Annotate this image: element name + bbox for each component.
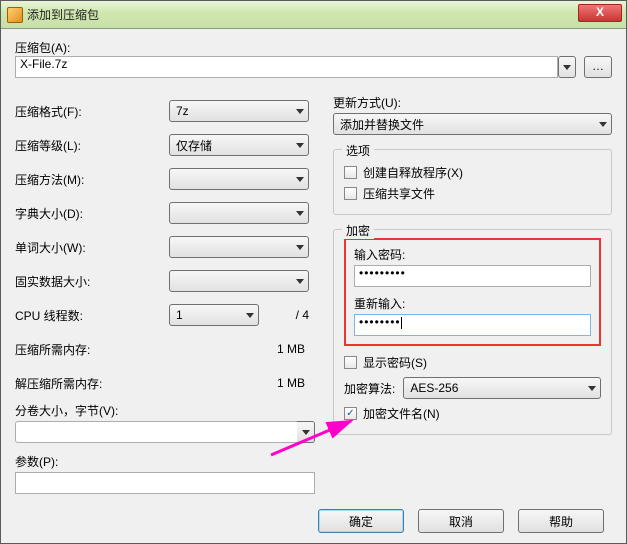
level-label: 压缩等级(L): (15, 137, 169, 154)
split-dropdown[interactable] (297, 421, 315, 443)
show-password-label: 显示密码(S) (363, 354, 427, 371)
chevron-down-icon (296, 245, 304, 250)
cpu-combo[interactable]: 1 (169, 304, 259, 326)
close-button[interactable]: X (578, 4, 622, 22)
show-password-checkbox[interactable] (344, 356, 357, 369)
chevron-down-icon (296, 109, 304, 114)
word-combo[interactable] (169, 236, 309, 258)
format-label: 压缩格式(F): (15, 103, 169, 120)
cpu-total: / 4 (259, 308, 315, 322)
chevron-down-icon (296, 211, 304, 216)
word-label: 单词大小(W): (15, 239, 169, 256)
close-icon: X (596, 5, 604, 19)
dict-label: 字典大小(D): (15, 205, 169, 222)
update-combo[interactable]: 添加并替换文件 (333, 113, 612, 135)
split-input[interactable] (15, 421, 297, 443)
app-icon (7, 7, 23, 23)
encryption-legend: 加密 (342, 222, 374, 239)
solid-combo[interactable] (169, 270, 309, 292)
mem-comp-value: 1 MB (169, 342, 309, 356)
format-combo[interactable]: 7z (169, 100, 309, 122)
share-checkbox[interactable] (344, 187, 357, 200)
archive-name-input[interactable]: X-File.7z (15, 56, 558, 78)
update-label: 更新方式(U): (333, 94, 612, 111)
method-label: 压缩方法(M): (15, 171, 169, 188)
chevron-down-icon (296, 143, 304, 148)
chevron-down-icon (296, 279, 304, 284)
chevron-down-icon (302, 430, 310, 435)
level-combo[interactable]: 仅存储 (169, 134, 309, 156)
dialog-buttons: 确定 取消 帮助 (15, 499, 612, 535)
chevron-down-icon (246, 313, 254, 318)
enc-alg-label: 加密算法: (344, 380, 395, 397)
right-column: 更新方式(U): 添加并替换文件 选项 创建自释放程序(X) 压缩共享文件 (333, 94, 612, 494)
dialog-window: 添加到压缩包 X 压缩包(A): X-File.7z … 压缩格式(F): 7z (0, 0, 627, 544)
sfx-checkbox[interactable] (344, 166, 357, 179)
chevron-down-icon (296, 177, 304, 182)
chevron-down-icon (599, 122, 607, 127)
cpu-label: CPU 线程数: (15, 307, 169, 324)
mem-decomp-value: 1 MB (169, 376, 309, 390)
params-label: 参数(P): (15, 453, 315, 470)
solid-label: 固实数据大小: (15, 273, 169, 290)
encrypt-names-checkbox[interactable]: ✓ (344, 407, 357, 420)
password-label: 输入密码: (354, 246, 591, 263)
share-label: 压缩共享文件 (363, 185, 435, 202)
archive-label: 压缩包(A): (15, 39, 612, 56)
encrypt-names-label: 加密文件名(N) (363, 405, 440, 422)
left-column: 压缩格式(F): 7z 压缩等级(L): 仅存储 压缩方法(M): (15, 94, 315, 494)
password2-input[interactable]: •••••••• (354, 314, 591, 336)
encryption-group: 加密 输入密码: ••••••••• 重新输入: •••••••• 显示 (333, 229, 612, 435)
params-input[interactable] (15, 472, 315, 494)
cancel-button[interactable]: 取消 (418, 509, 504, 533)
sfx-label: 创建自释放程序(X) (363, 164, 463, 181)
password-input[interactable]: ••••••••• (354, 265, 591, 287)
dict-combo[interactable] (169, 202, 309, 224)
password2-label: 重新输入: (354, 295, 591, 312)
method-combo[interactable] (169, 168, 309, 190)
options-group: 选项 创建自释放程序(X) 压缩共享文件 (333, 149, 612, 215)
ok-button[interactable]: 确定 (318, 509, 404, 533)
mem-decomp-label: 解压缩所需内存: (15, 375, 169, 392)
enc-alg-combo[interactable]: AES-256 (403, 377, 601, 399)
chevron-down-icon (563, 65, 571, 70)
options-legend: 选项 (342, 142, 374, 159)
help-button[interactable]: 帮助 (518, 509, 604, 533)
titlebar[interactable]: 添加到压缩包 X (1, 1, 626, 29)
chevron-down-icon (588, 386, 596, 391)
dialog-body: 压缩包(A): X-File.7z … 压缩格式(F): 7z (1, 29, 626, 543)
split-label: 分卷大小，字节(V): (15, 402, 315, 419)
mem-comp-label: 压缩所需内存: (15, 341, 169, 358)
window-title: 添加到压缩包 (27, 6, 99, 23)
archive-dropdown-button[interactable] (558, 56, 576, 78)
browse-button[interactable]: … (584, 56, 612, 78)
password-highlight-box: 输入密码: ••••••••• 重新输入: •••••••• (344, 238, 601, 346)
